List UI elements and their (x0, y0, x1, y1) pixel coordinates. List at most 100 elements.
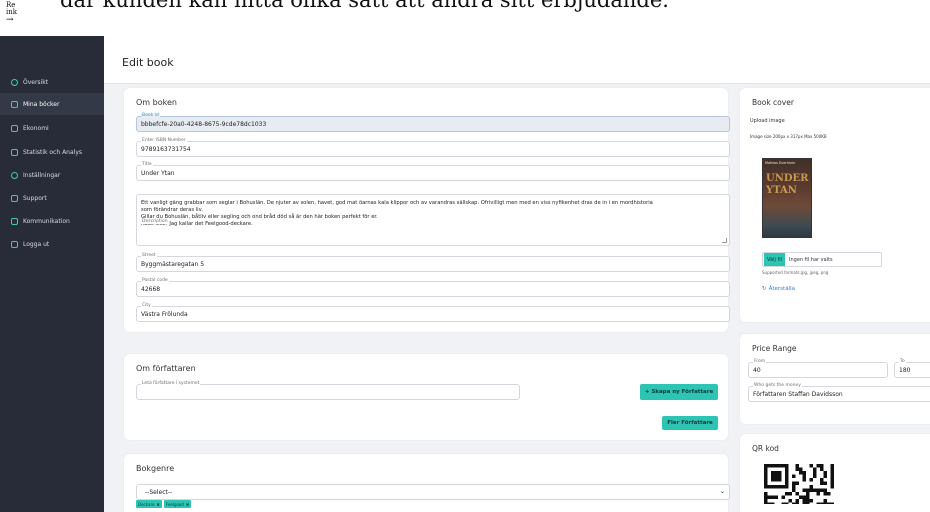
sidebar-item-support[interactable]: Support (0, 187, 104, 209)
sidebar-item-statistik[interactable]: Statistik och Analys (0, 141, 104, 163)
isbn-label: Enter ISBN Number (141, 138, 187, 144)
gear-icon (11, 171, 18, 179)
isbn-field[interactable]: Enter ISBN Number 9789163731754 (136, 138, 730, 157)
qr-card: QR kod (740, 434, 930, 512)
description-line-2: som förändrar deras liv. (141, 207, 203, 213)
om-forfattaren-title: Om författaren (136, 364, 196, 373)
om-boken-title: Om boken (136, 98, 177, 107)
qr-code-svg (764, 464, 834, 504)
street-field[interactable]: Street Byggmästaregatan 5 (136, 253, 730, 272)
create-author-button[interactable]: + Skapa ny Författare (640, 384, 718, 400)
page-title: Edit book (122, 56, 174, 69)
isbn-value: 9789163731754 (141, 146, 191, 153)
logout-icon (11, 240, 18, 248)
wallet-icon (11, 124, 18, 132)
bokgenre-title: Bokgenre (136, 464, 175, 473)
price-to-label: To (899, 359, 906, 365)
genre-select[interactable]: --Select-- ⌄ (136, 484, 730, 500)
sidebar-item-mina-bocker[interactable]: Mina böcker (0, 93, 104, 115)
genre-tags: Deckare ✖ Feelgood ✖ (136, 500, 193, 508)
city-field[interactable]: City Västra Frölunda (136, 303, 730, 322)
reset-label: Återställa (768, 286, 795, 292)
refresh-icon: ↻ (762, 286, 767, 292)
book-id-field[interactable]: Book id bbbefcfe-20a0-4248-8675-9cde78dc… (136, 113, 730, 132)
reset-link[interactable]: ↻ Återställa (762, 286, 795, 292)
more-authors-button[interactable]: Fler Författare (662, 416, 718, 430)
choose-file-button[interactable]: Välj fil (764, 253, 786, 266)
description-line-1: Ett vanligt gäng grabbar som seglar i Bo… (141, 200, 653, 206)
sidebar: Översikt Mina böcker Ekonomi Statistik o… (0, 36, 104, 512)
price-range-title: Price Range (752, 344, 797, 353)
description-label: Description (141, 219, 169, 224)
main-header: Edit book (104, 36, 930, 84)
sidebar-item-label: Inställningar (23, 171, 61, 179)
description-line-3: Gillar du Bohuslän, båtliv eller segling… (141, 214, 378, 220)
city-label: City (141, 303, 152, 309)
sidebar-item-installningar[interactable]: Inställningar (0, 164, 104, 186)
sidebar-item-label: Mina böcker (23, 100, 60, 108)
cover-title-line-1: UNDER (766, 173, 809, 184)
price-from-field[interactable]: From 40 (748, 359, 888, 378)
street-value: Byggmästaregatan 5 (141, 261, 205, 268)
bokgenre-card: Bokgenre --Select-- ⌄ Deckare ✖ Feelgood… (124, 454, 730, 512)
book-cover-image: Mattias Everhinin UNDER YTAN (762, 158, 812, 238)
who-gets-money-field[interactable]: Who gets the money Författaren Staffan D… (748, 383, 930, 402)
price-to-value: 180 (899, 367, 911, 374)
file-name-text: Ingen fil har valts (789, 256, 833, 263)
logo-arrow-icon: → (6, 15, 14, 25)
author-search-label: Leta författare i systemet (141, 381, 201, 387)
description-textarea[interactable]: Ett vanligt gäng grabbar som seglar i Bo… (136, 194, 730, 246)
book-id-label: Book id (141, 113, 160, 119)
reink-logo[interactable]: Re ink → (6, 2, 24, 32)
book-id-value: bbbefcfe-20a0-4248-8675-9cde78dc1033 (141, 121, 267, 128)
sidebar-item-oversikt[interactable]: Översikt (0, 71, 104, 93)
chart-icon (11, 148, 18, 156)
sidebar-item-label: Ekonomi (23, 124, 49, 132)
caption-text: där kunden kan hitta olika sätt att ändr… (60, 0, 669, 12)
chevron-down-icon: ⌄ (719, 488, 725, 495)
title-value: Under Ytan (141, 170, 175, 177)
city-value: Västra Frölunda (141, 311, 188, 318)
sidebar-item-label: Statistik och Analys (23, 148, 82, 156)
postal-code-field[interactable]: Postal code 42668 (136, 278, 730, 297)
street-label: Street (141, 253, 157, 259)
cover-title-line-2: YTAN (766, 185, 797, 196)
sidebar-item-ekonomi[interactable]: Ekonomi (0, 117, 104, 139)
postal-code-value: 42668 (141, 286, 161, 293)
resize-grip-icon[interactable] (722, 238, 727, 243)
cover-title-text: UNDER YTAN (766, 173, 808, 197)
genre-select-value: --Select-- (145, 489, 173, 496)
genre-tag-deckare[interactable]: Deckare ✖ (136, 500, 162, 508)
dashboard-icon (11, 78, 18, 86)
postal-code-label: Postal code (141, 278, 169, 284)
sidebar-item-label: Kommunikation (23, 217, 70, 225)
tag-close-icon[interactable]: ✖ (156, 502, 159, 507)
sidebar-item-kommunikation[interactable]: Kommunikation (0, 210, 104, 232)
price-range-card: Price Range From 40 To 180 Who gets the … (740, 334, 930, 424)
book-cover-card: Book cover Upload image Image size 200px… (740, 88, 930, 322)
size-hint: Image size 200px x 317px Max 500KB (750, 134, 827, 139)
title-field[interactable]: Title Under Ytan (136, 162, 730, 181)
book-icon (11, 100, 18, 108)
price-from-label: From (753, 359, 767, 365)
price-to-field[interactable]: To 180 (894, 359, 930, 378)
sidebar-item-label: Översikt (23, 78, 49, 86)
title-label: Title (141, 162, 153, 168)
genre-tag-feelgood[interactable]: Feelgood ✖ (163, 500, 192, 508)
tag-label: Deckare (138, 501, 155, 507)
om-forfattaren-card: Om författaren Leta författare i systeme… (124, 354, 728, 440)
book-cover-title: Book cover (752, 98, 794, 107)
qr-code-image (764, 464, 834, 504)
cover-author-text: Mattias Everhinin (765, 161, 796, 165)
sidebar-item-label: Support (23, 194, 47, 202)
top-strip: där kunden kan hitta olika sätt att ändr… (0, 0, 930, 36)
sidebar-item-logga-ut[interactable]: Logga ut (0, 233, 104, 255)
tag-label: Feelgood (165, 501, 184, 507)
author-search-field[interactable]: Leta författare i systemet (136, 381, 520, 400)
upload-label: Upload image (750, 118, 785, 124)
om-boken-card: Om boken Book id bbbefcfe-20a0-4248-8675… (124, 88, 730, 332)
tag-close-icon[interactable]: ✖ (186, 502, 189, 507)
who-gets-money-label: Who gets the money (753, 383, 802, 389)
file-input[interactable]: Välj fil Ingen fil har valts (762, 252, 882, 267)
formats-hint: Supported formats:jpg, jpeg, png (762, 270, 829, 275)
